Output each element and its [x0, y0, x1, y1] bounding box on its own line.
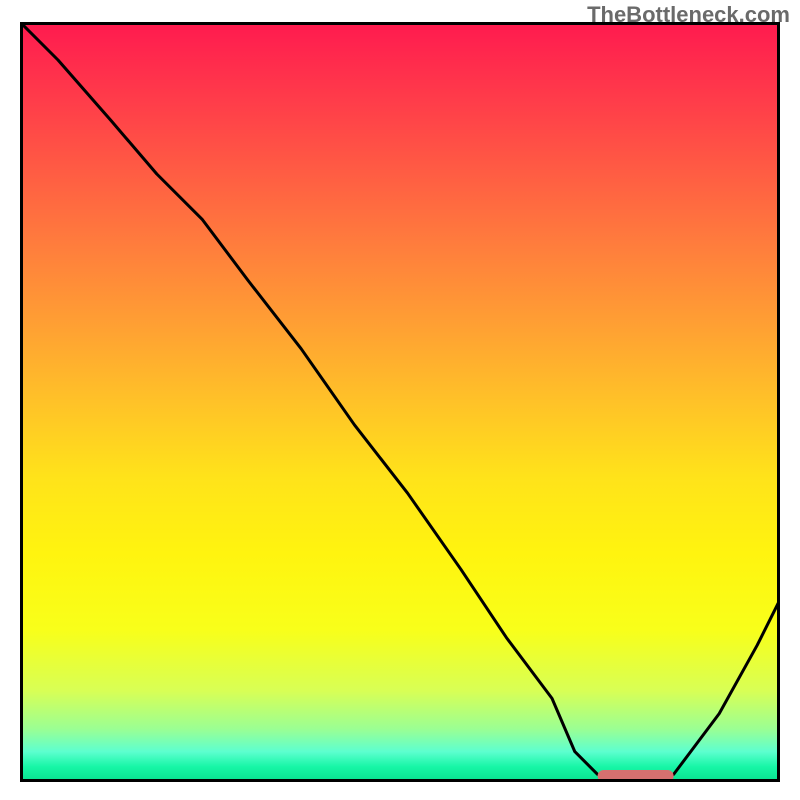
bottleneck-curve-path: [20, 22, 780, 778]
chart-svg-layer: [20, 22, 780, 782]
chart-plot-area: [20, 22, 780, 782]
chart-border-bottom: [20, 779, 780, 782]
chart-border-left: [20, 22, 23, 782]
chart-border-right: [777, 22, 780, 782]
attribution-text: TheBottleneck.com: [587, 2, 790, 28]
